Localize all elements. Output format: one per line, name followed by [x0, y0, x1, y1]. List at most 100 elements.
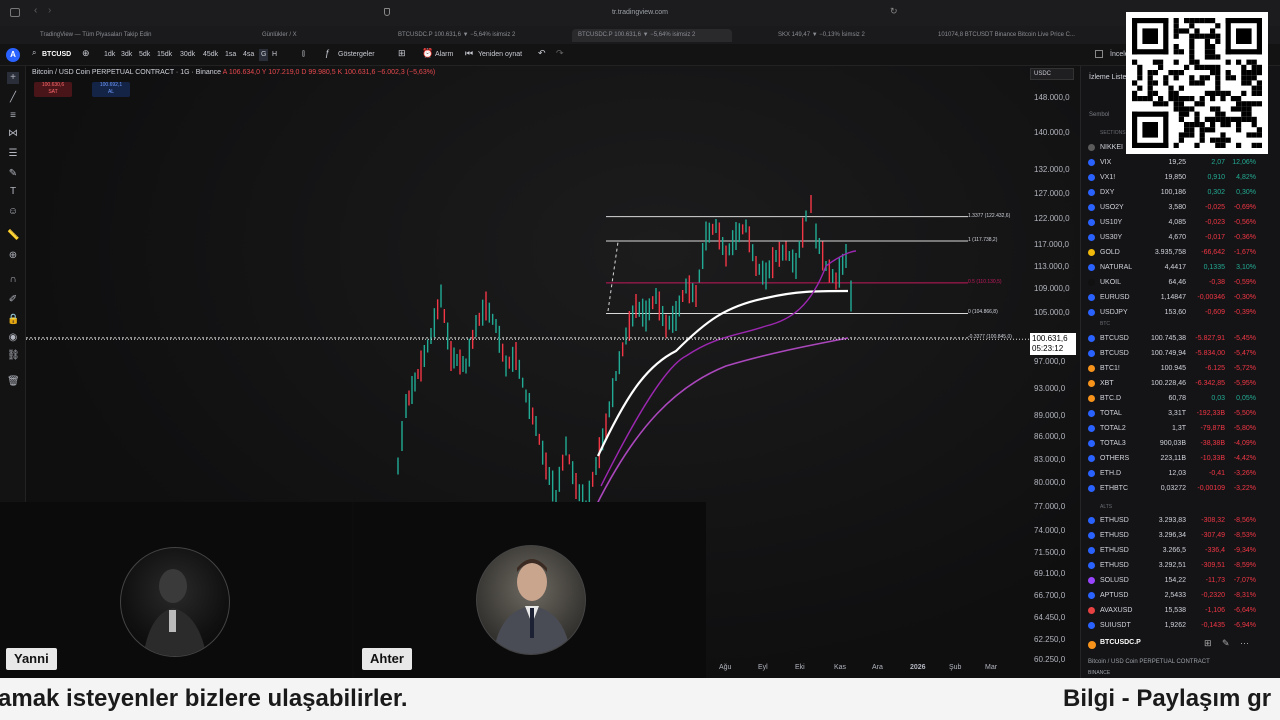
card-symbol[interactable]: BTCUSDC.P	[1100, 639, 1141, 646]
avatar[interactable]: A	[6, 48, 20, 62]
browser-tab[interactable]: TradingView — Tüm Piyasaları Takip Edin	[40, 29, 200, 42]
watchlist-row[interactable]: AVAXUSD 15,538 -1,106 -6,64%	[1086, 603, 1256, 618]
grid-icon[interactable]: ⊞	[1204, 638, 1212, 649]
interval-30m[interactable]: 30dk	[180, 49, 195, 61]
interval-1w[interactable]: H	[272, 49, 277, 61]
indicators-button[interactable]: Göstergeler	[338, 49, 375, 61]
interval-15m[interactable]: 15dk	[157, 49, 172, 61]
qr-module	[1220, 137, 1226, 143]
alarm-button[interactable]: Alarm	[435, 49, 453, 61]
watchlist-row[interactable]: ETHUSD 3.296,34 -307,49 -8,53%	[1086, 528, 1256, 543]
eye-icon[interactable]: ◉	[7, 332, 19, 344]
section-header[interactable]: ALTS	[1100, 504, 1112, 510]
watchlist-sym: US30Y	[1100, 234, 1123, 241]
trash-icon[interactable]: 🗑	[7, 376, 20, 388]
forward-icon[interactable]: ›	[48, 5, 51, 16]
watchlist-row[interactable]: BTC.D 60,78 0,03 0,05%	[1086, 391, 1256, 406]
watchlist-row[interactable]: APTUSD 2,5433 -0,2320 -8,31%	[1086, 588, 1256, 603]
magnet-icon[interactable]: ∩	[7, 274, 19, 286]
section-header[interactable]: BTC	[1100, 321, 1110, 327]
interval-1d[interactable]: G	[259, 49, 269, 61]
watchlist-row[interactable]: TOTAL2 1,3T -79,87B -5,80%	[1086, 421, 1256, 436]
text-icon[interactable]: T	[7, 186, 19, 198]
watchlist-row[interactable]: TOTAL3 900,03B -38,38B -4,09%	[1086, 436, 1256, 451]
search-icon[interactable]: ⌕	[32, 48, 36, 58]
watchlist-chg: -308,32	[1201, 517, 1225, 524]
price-scale[interactable]: 148.000,0 140.000,0 132.000,0 127.000,0 122.…	[1030, 66, 1080, 678]
undo-icon[interactable]: ↶	[538, 48, 546, 59]
watchlist-row[interactable]: SOLUSD 154,22 -11,73 -7,07%	[1086, 573, 1256, 588]
watchlist-row[interactable]: USDJPY 153,60 -0,609 -0,39%	[1086, 305, 1256, 320]
pattern-icon[interactable]: ⋈	[7, 128, 19, 140]
replay-button[interactable]: Yeniden oynat	[478, 49, 522, 61]
watchlist-row[interactable]: BTC1! 100.945 -6.125 -5,72%	[1086, 361, 1256, 376]
ruler-icon[interactable]: 📏	[7, 230, 19, 242]
watchlist-row[interactable]: GOLD 3.935,758 -66,642 -1,67%	[1086, 245, 1256, 260]
qr-module	[1210, 49, 1216, 55]
watchlist-sym: BTC1!	[1100, 365, 1120, 372]
brush-icon[interactable]: ✎	[7, 168, 19, 180]
horizontal-lines-icon[interactable]: ≡	[7, 110, 19, 122]
candles-icon[interactable]: ⫾	[302, 48, 305, 59]
watchlist-row[interactable]: VX1! 19,850 0,910 4,82%	[1086, 170, 1256, 185]
watchlist-pct: -4,09%	[1233, 440, 1256, 447]
trendline-icon[interactable]: ╱	[7, 92, 19, 104]
qr-module	[1236, 127, 1242, 133]
browser-tab-active[interactable]: BTCUSDC.P 100.631,6 ▼ −5,64% isimsiz 2	[572, 29, 732, 42]
qr-module	[1225, 137, 1231, 143]
watchlist-row[interactable]: ETHBTC 0,03272 -0,00109 -3,22%	[1086, 481, 1256, 496]
checkbox-icon[interactable]	[1095, 50, 1103, 58]
watchlist-row[interactable]: BTCUSD 100.749,94 -5.834,00 -5,47%	[1086, 346, 1256, 361]
browser-tab[interactable]: 101074,8 BTCUSDT Binance Bitcoin Live Pr…	[938, 29, 1098, 42]
watchlist-row[interactable]: EURUSD 1,14847 -0,00346 -0,30%	[1086, 290, 1256, 305]
watchlist-row[interactable]: BTCUSD 100.745,38 -5.827,91 -5,45%	[1086, 331, 1256, 346]
watchlist-row[interactable]: NATURAL 4,4417 0,1335 3,10%	[1086, 260, 1256, 275]
address-bar[interactable]: tr.tradingview.com	[560, 6, 720, 20]
watchlist-row[interactable]: ETHUSD 3.292,51 -309,51 -8,59%	[1086, 558, 1256, 573]
more-icon[interactable]: ⋯	[1240, 638, 1249, 649]
crosshair-icon[interactable]: +	[7, 72, 19, 84]
lock-icon[interactable]: 🔒	[7, 314, 19, 326]
pencil-lock-icon[interactable]: ✐	[7, 294, 19, 306]
price-tick: 62.250,0	[1034, 634, 1066, 644]
browser-tab[interactable]: SKX 149,47 ▼ −0,13% İsimsiz 2	[778, 29, 898, 42]
back-icon[interactable]: ‹	[34, 5, 37, 16]
browser-tab[interactable]: Günlükler / X	[262, 29, 372, 42]
watchlist-row[interactable]: UKOIL 64,46 -0,38 -0,59%	[1086, 275, 1256, 290]
edit-icon[interactable]: ✎	[1222, 638, 1230, 649]
watchlist-row[interactable]: VIX 19,25 2,07 12,06%	[1086, 155, 1256, 170]
watchlist-row[interactable]: OTHERS 223,11B -10,33B -4,42%	[1086, 451, 1256, 466]
interval-4h[interactable]: 4sa	[243, 49, 254, 61]
add-symbol-icon[interactable]: ⊕	[82, 48, 90, 59]
watchlist-pct: -0,69%	[1233, 204, 1256, 211]
interval-5m[interactable]: 5dk	[139, 49, 150, 61]
watchlist-row[interactable]: ETH.D 12,03 -0,41 -3,26%	[1086, 466, 1256, 481]
redo-icon[interactable]: ↷	[556, 48, 564, 59]
interval-1h[interactable]: 1sa	[225, 49, 236, 61]
watchlist-row[interactable]: US30Y 4,670 -0,017 -0,36%	[1086, 230, 1256, 245]
watchlist-row[interactable]: XBT 100.228,46 -6.342,85 -5,95%	[1086, 376, 1256, 391]
section-header[interactable]: SECTIONS	[1100, 130, 1126, 136]
fib-icon[interactable]: ☰	[7, 148, 19, 160]
watchlist-row[interactable]: ETHUSD 3.266,5 -336,4 -9,34%	[1086, 543, 1256, 558]
reload-icon[interactable]: ↻	[890, 6, 898, 17]
interval-45m[interactable]: 45dk	[203, 49, 218, 61]
sidebar-toggle-icon[interactable]	[10, 8, 20, 17]
zoom-icon[interactable]: ⊕	[7, 250, 19, 262]
link-icon[interactable]: ⛓	[7, 350, 20, 362]
browser-tab[interactable]: BTCUSDC.P 100.631,6 ▼ −5,64% isimsiz 2	[398, 29, 538, 42]
buy-button[interactable]: 100.692,1 AL	[92, 82, 130, 97]
layout-icon[interactable]: ⊞	[398, 48, 406, 59]
sell-button[interactable]: 100.630,6 SAT	[34, 82, 72, 97]
time-axis[interactable]: Ağu Eyl Eki Kas Ara 2026 Şub Mar	[700, 664, 1030, 676]
interval-1m[interactable]: 1dk	[104, 49, 115, 61]
watchlist-row[interactable]: SUIUSDT 1,9262 -0,1435 -6,94%	[1086, 618, 1256, 633]
watchlist-row[interactable]: DXY 100,186 0,302 0,30%	[1086, 185, 1256, 200]
symbol-search[interactable]: BTCUSD	[42, 49, 71, 61]
interval-3m[interactable]: 3dk	[121, 49, 132, 61]
watchlist-row[interactable]: USO2Y 3,580 -0,025 -0,69%	[1086, 200, 1256, 215]
watchlist-row[interactable]: US10Y 4,085 -0,023 -0,56%	[1086, 215, 1256, 230]
emoji-icon[interactable]: ☺	[7, 206, 19, 218]
watchlist-row[interactable]: TOTAL 3,31T -192,33B -5,50%	[1086, 406, 1256, 421]
watchlist-row[interactable]: ETHUSD 3.293,83 -308,32 -8,56%	[1086, 513, 1256, 528]
